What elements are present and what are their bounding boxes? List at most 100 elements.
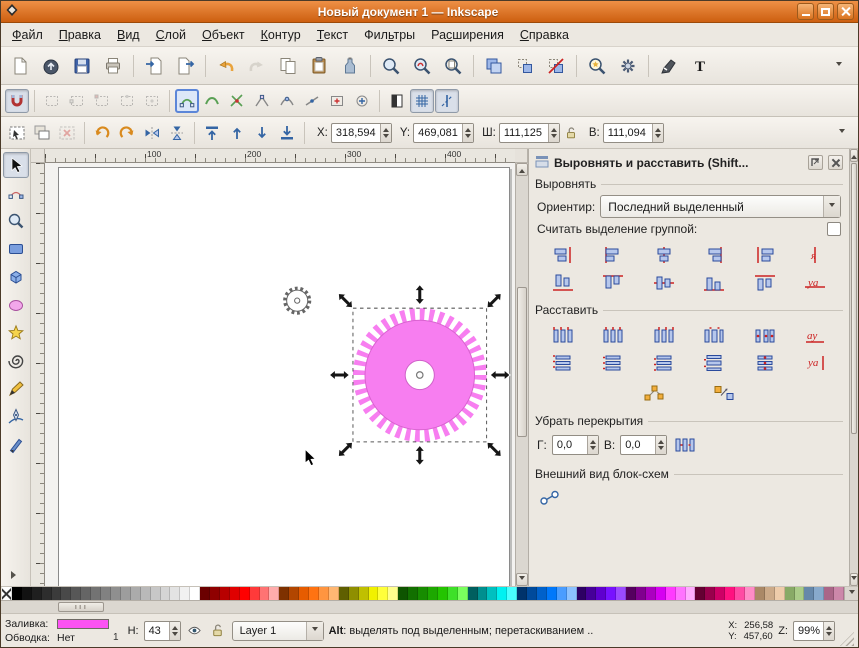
palette-swatch[interactable] [348, 587, 359, 600]
palette-swatch[interactable] [190, 587, 201, 600]
menu-file[interactable]: Файл [4, 25, 51, 45]
palette-swatch[interactable] [814, 587, 825, 600]
redo-button[interactable] [242, 51, 272, 81]
palette-swatch[interactable] [596, 587, 607, 600]
height-spinbox[interactable]: 111,094 [602, 122, 664, 143]
distribute-top-edges-button[interactable] [539, 350, 587, 375]
layer-lock-button[interactable] [209, 622, 227, 640]
menu-path[interactable]: Контур [253, 25, 309, 45]
text-distribute-horizontal-button[interactable]: ау [792, 322, 840, 347]
raise-button[interactable] [225, 121, 249, 145]
scroll-up-button[interactable] [516, 163, 528, 176]
dock-close-button[interactable] [828, 155, 843, 170]
text-anchor-horizontal-button[interactable]: я [792, 242, 840, 267]
palette-swatch[interactable] [655, 587, 666, 600]
align-bottom-to-anchor-top-button[interactable] [539, 270, 587, 295]
zoom-to-selection-button[interactable] [376, 51, 406, 81]
center-on-vertical-axis-button[interactable] [640, 242, 688, 267]
distribute-anchors-vertically-button[interactable] [741, 350, 789, 375]
select-all-layers-button[interactable] [30, 121, 54, 145]
palette-swatch[interactable] [754, 587, 765, 600]
palette-swatch[interactable] [51, 587, 62, 600]
layer-visibility-button[interactable] [186, 622, 204, 640]
snap-to-paths-button[interactable] [200, 89, 224, 113]
palette-swatch[interactable] [626, 587, 636, 600]
palette-swatch[interactable] [130, 587, 141, 600]
rectangle-tool-button[interactable] [3, 236, 29, 262]
palette-swatch[interactable] [219, 587, 230, 600]
palette-swatch[interactable] [378, 587, 389, 600]
menu-object[interactable]: Объект [194, 25, 253, 45]
palette-swatch[interactable] [665, 587, 676, 600]
palette-swatch[interactable] [368, 587, 379, 600]
palette-swatch[interactable] [695, 587, 706, 600]
distribute-right-edges-button[interactable] [640, 322, 688, 347]
y-spinbox[interactable]: 469,081 [413, 122, 475, 143]
zoom-spinbox[interactable]: 99% [792, 620, 835, 641]
palette-swatch[interactable] [536, 587, 547, 600]
exchange-positions-button[interactable] [711, 380, 737, 405]
palette-scrollbar[interactable] [1, 600, 858, 613]
snap-object-centers-button[interactable] [325, 89, 349, 113]
palette-swatch[interactable] [61, 587, 72, 600]
palette-swatch[interactable] [418, 587, 428, 600]
more-commands-button[interactable] [824, 51, 854, 81]
node-tool-button[interactable] [3, 180, 29, 206]
palette-swatch-none[interactable] [2, 587, 12, 600]
titlebar[interactable]: Новый документ 1 — Inkscape [1, 1, 858, 23]
palette-swatch[interactable] [328, 587, 339, 600]
menu-text[interactable]: Текст [309, 25, 356, 45]
palette-swatch[interactable] [834, 587, 845, 600]
remove-overlaps-button[interactable] [672, 432, 698, 457]
snap-bbox-edges-button[interactable] [65, 89, 89, 113]
snap-nodes-button[interactable] [175, 88, 199, 113]
palette-swatch[interactable] [11, 587, 22, 600]
palette-swatch[interactable] [259, 587, 270, 600]
palette-swatch[interactable] [546, 587, 557, 600]
copy-button[interactable] [273, 51, 303, 81]
palette-swatch[interactable] [715, 587, 726, 600]
palette-swatch[interactable] [160, 587, 171, 600]
palette-swatch[interactable] [249, 587, 260, 600]
palette-swatch[interactable] [566, 587, 577, 600]
paste-in-place-button[interactable] [335, 51, 365, 81]
flip-vertical-button[interactable] [165, 121, 189, 145]
opacity-spinbox[interactable]: 43 [143, 620, 181, 641]
menu-filters[interactable]: Фильтры [356, 25, 423, 45]
arrange-connector-network-button[interactable] [537, 485, 563, 510]
palette-swatch[interactable] [150, 587, 161, 600]
unlink-clone-button[interactable] [541, 51, 571, 81]
palette-scroll-thumb[interactable] [58, 602, 104, 612]
width-spinbox[interactable]: 111,125 [498, 122, 560, 143]
palette-swatch[interactable] [794, 587, 805, 600]
palette-swatch[interactable] [110, 587, 121, 600]
make-horizontal-gaps-equal-button[interactable] [691, 322, 739, 347]
align-right-to-anchor-left-button[interactable] [539, 242, 587, 267]
palette-swatch[interactable] [824, 587, 835, 600]
undo-button[interactable] [211, 51, 241, 81]
anchor-combobox[interactable]: Последний выделенный [600, 195, 841, 218]
palette-swatch[interactable] [140, 587, 151, 600]
palette-swatch[interactable] [91, 587, 102, 600]
print-document-button[interactable] [98, 51, 128, 81]
layer-combobox[interactable]: Layer 1 [231, 620, 324, 641]
bezier-tool-button[interactable] [3, 404, 29, 430]
palette-swatch[interactable] [279, 587, 290, 600]
selector-tool-button[interactable] [2, 152, 29, 178]
snap-guides-button[interactable] [435, 88, 459, 113]
fill-swatch[interactable] [57, 618, 109, 629]
palette-swatch[interactable] [705, 587, 716, 600]
maximize-button[interactable] [817, 3, 834, 20]
snap-page-border-button[interactable] [385, 89, 409, 113]
close-button[interactable] [837, 3, 854, 20]
palette-swatch[interactable] [180, 587, 191, 600]
pencil-tool-button[interactable] [3, 376, 29, 402]
palette-swatch[interactable] [289, 587, 300, 600]
palette-swatch[interactable] [527, 587, 537, 600]
distribute-centers-horizontally-button[interactable] [590, 322, 638, 347]
stroke-value[interactable]: Нет [57, 632, 109, 644]
snap-bbox-edge-midpoints-button[interactable] [115, 89, 139, 113]
canvas[interactable] [45, 163, 515, 586]
export-bitmap-button[interactable] [170, 51, 200, 81]
palette-swatch[interactable] [576, 587, 587, 600]
